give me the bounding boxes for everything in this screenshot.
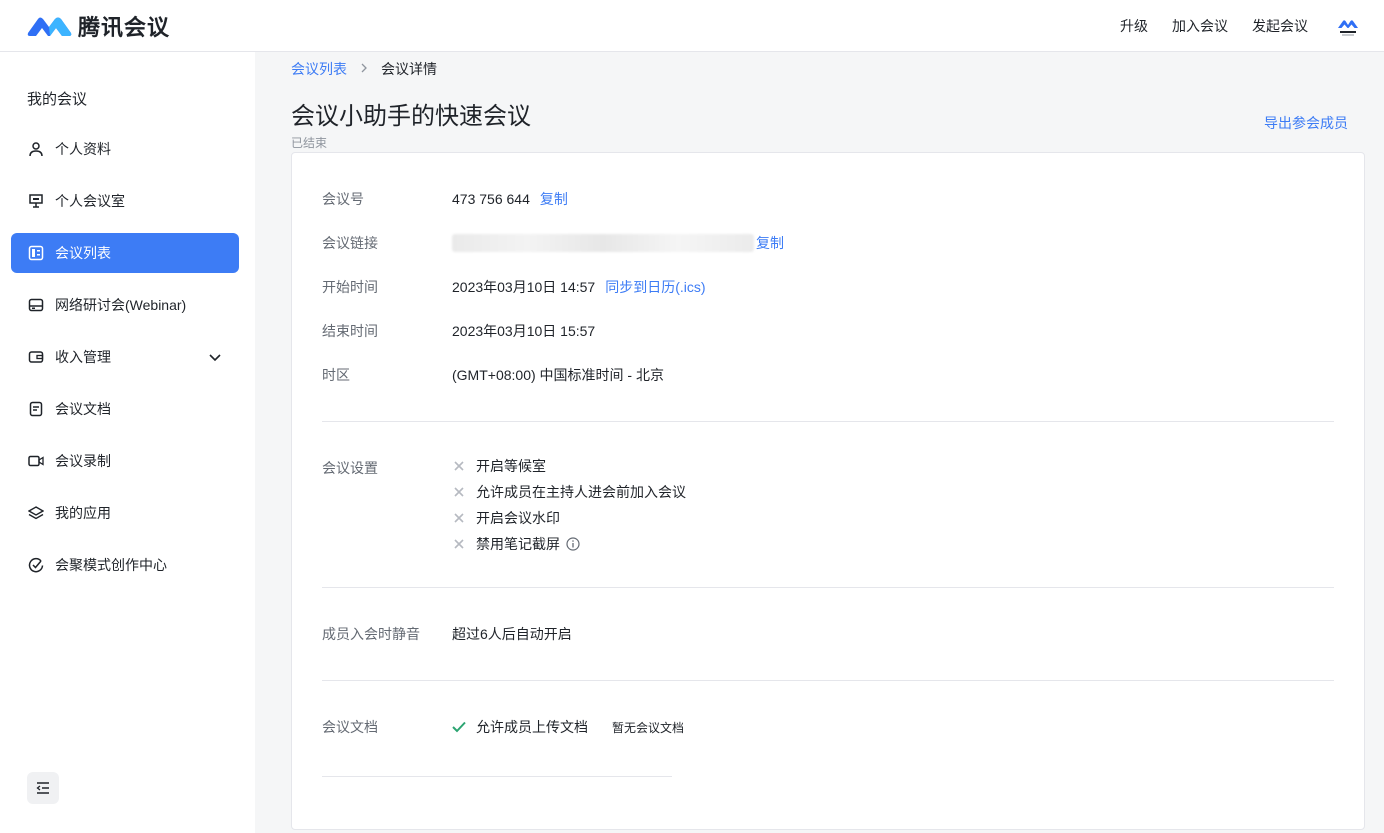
setting-label: 允许成员在主持人进会前加入会议 — [476, 484, 686, 500]
wallet-icon — [27, 348, 45, 366]
sidebar-item-label: 收入管理 — [55, 349, 111, 365]
avatar[interactable] — [1336, 14, 1360, 38]
list-icon — [27, 244, 45, 262]
setting-join-before-host: 允许成员在主持人进会前加入会议 — [452, 482, 686, 502]
monitor-icon — [27, 192, 45, 210]
collapse-sidebar-button[interactable] — [27, 772, 59, 804]
divider — [322, 587, 1334, 588]
sidebar-item-label: 我的应用 — [55, 505, 111, 521]
sidebar-item-label: 个人会议室 — [55, 193, 125, 209]
brand-name: 腾讯会议 — [78, 15, 171, 40]
start-time-row: 开始时间 2023年03月10日 14:57 同步到日历(.ics) — [322, 277, 706, 297]
setting-disable-screenshot: 禁用笔记截屏 — [452, 534, 580, 554]
join-meeting-link[interactable]: 加入会议 — [1172, 16, 1228, 36]
sidebar-item-recording[interactable]: 会议录制 — [11, 441, 239, 481]
sidebar-item-webinar[interactable]: 网络研讨会(Webinar) — [11, 285, 239, 325]
sidebar-item-label: 网络研讨会(Webinar) — [55, 297, 187, 313]
breadcrumb-chevron-icon — [359, 62, 369, 76]
top-bar: 腾讯会议 升级 加入会议 发起会议 — [0, 0, 1384, 52]
meeting-detail-card: 会议号 473 756 644 复制 会议链接 复制 开始时间 2023年03月… — [291, 152, 1365, 830]
mute-row: 成员入会时静音 超过6人后自动开启 — [322, 624, 572, 644]
meeting-id-row: 会议号 473 756 644 复制 — [322, 189, 568, 209]
video-icon — [27, 452, 45, 470]
setting-waiting-room: 开启等候室 — [452, 456, 546, 476]
sidebar-item-label: 会议列表 — [55, 245, 111, 261]
status-badge: 已结束 — [291, 136, 328, 150]
user-icon — [27, 140, 45, 158]
meeting-id-value: 473 756 644 — [452, 191, 530, 207]
layers-icon — [27, 504, 45, 522]
document-icon — [27, 400, 45, 418]
sidebar-item-label: 个人资料 — [55, 141, 111, 157]
check-icon — [452, 720, 466, 734]
sidebar-item-profile[interactable]: 个人资料 — [11, 129, 239, 169]
chevron-down-icon[interactable] — [207, 349, 223, 365]
avatar-logo-icon — [1338, 20, 1358, 36]
mute-label: 成员入会时静音 — [322, 626, 420, 642]
sidebar: 我的会议 个人资料 个人会议室 会议列表 网络研讨会(Webinar) 收入管理 — [0, 52, 255, 833]
timezone-label: 时区 — [322, 367, 350, 383]
page-title: 会议小助手的快速会议 — [291, 103, 531, 130]
start-meeting-link[interactable]: 发起会议 — [1252, 16, 1308, 36]
timezone-value: (GMT+08:00) 中国标准时间 - 北京 — [452, 367, 664, 383]
end-time-row: 结束时间 2023年03月10日 15:57 — [322, 321, 595, 341]
copy-meeting-id-button[interactable]: 复制 — [540, 189, 568, 209]
webinar-icon — [27, 296, 45, 314]
sidebar-item-my-apps[interactable]: 我的应用 — [11, 493, 239, 533]
sidebar-item-documents[interactable]: 会议文档 — [11, 389, 239, 429]
close-icon — [452, 485, 466, 499]
docs-empty-text: 暂无会议文档 — [612, 720, 685, 735]
sidebar-title: 我的会议 — [27, 91, 88, 108]
timezone-row: 时区 (GMT+08:00) 中国标准时间 - 北京 — [322, 365, 664, 385]
close-icon — [452, 459, 466, 473]
breadcrumb-meeting-list[interactable]: 会议列表 — [291, 59, 347, 79]
main-content: 会议列表 会议详情 会议小助手的快速会议 已结束 导出参会成员 会议号 473 … — [255, 52, 1384, 833]
settings-label: 会议设置 — [322, 460, 378, 476]
setting-label: 开启会议水印 — [476, 510, 560, 526]
docs-upload-value: 允许成员上传文档 — [476, 719, 588, 735]
divider — [322, 776, 672, 777]
tencent-meeting-logo-icon — [27, 17, 72, 36]
divider — [322, 421, 1334, 422]
end-time-value: 2023年03月10日 15:57 — [452, 323, 596, 339]
sidebar-item-personal-room[interactable]: 个人会议室 — [11, 181, 239, 221]
mute-value: 超过6人后自动开启 — [452, 626, 572, 642]
sidebar-item-label: 会聚模式创作中心 — [55, 557, 167, 573]
sidebar-item-label: 会议文档 — [55, 401, 111, 417]
docs-row: 会议文档 允许成员上传文档 暂无会议文档 — [322, 717, 684, 737]
meeting-link-row: 会议链接 复制 — [322, 233, 784, 253]
setting-label: 开启等候室 — [476, 458, 546, 474]
top-nav: 升级 加入会议 发起会议 — [1096, 0, 1360, 52]
brand-logo[interactable]: 腾讯会议 — [26, 12, 170, 40]
start-time-label: 开始时间 — [322, 279, 378, 295]
docs-label: 会议文档 — [322, 719, 378, 735]
close-icon — [452, 537, 466, 551]
end-time-label: 结束时间 — [322, 323, 378, 339]
export-participants-button[interactable]: 导出参会成员 — [1264, 113, 1348, 133]
setting-label: 禁用笔记截屏 — [476, 536, 560, 552]
upgrade-link[interactable]: 升级 — [1120, 16, 1148, 36]
sidebar-item-creative-center[interactable]: 会聚模式创作中心 — [11, 545, 239, 585]
copy-meeting-link-button[interactable]: 复制 — [756, 233, 784, 253]
collapse-menu-icon — [36, 782, 49, 794]
sidebar-item-meeting-list[interactable]: 会议列表 — [11, 233, 239, 273]
sidebar-item-label: 会议录制 — [55, 453, 111, 469]
breadcrumb-current: 会议详情 — [381, 61, 437, 77]
meeting-link-redacted — [452, 234, 754, 252]
info-icon[interactable] — [566, 537, 580, 551]
start-time-value: 2023年03月10日 14:57 — [452, 279, 596, 295]
creative-icon — [27, 556, 45, 574]
breadcrumb: 会议列表 会议详情 — [291, 59, 437, 79]
meeting-id-label: 会议号 — [322, 191, 364, 207]
close-icon — [452, 511, 466, 525]
setting-watermark: 开启会议水印 — [452, 508, 560, 528]
sidebar-item-revenue[interactable]: 收入管理 — [11, 337, 239, 377]
sync-calendar-link[interactable]: 同步到日历(.ics) — [605, 277, 705, 297]
divider — [322, 680, 1334, 681]
settings-row: 会议设置 — [322, 458, 452, 478]
meeting-link-label: 会议链接 — [322, 235, 378, 251]
